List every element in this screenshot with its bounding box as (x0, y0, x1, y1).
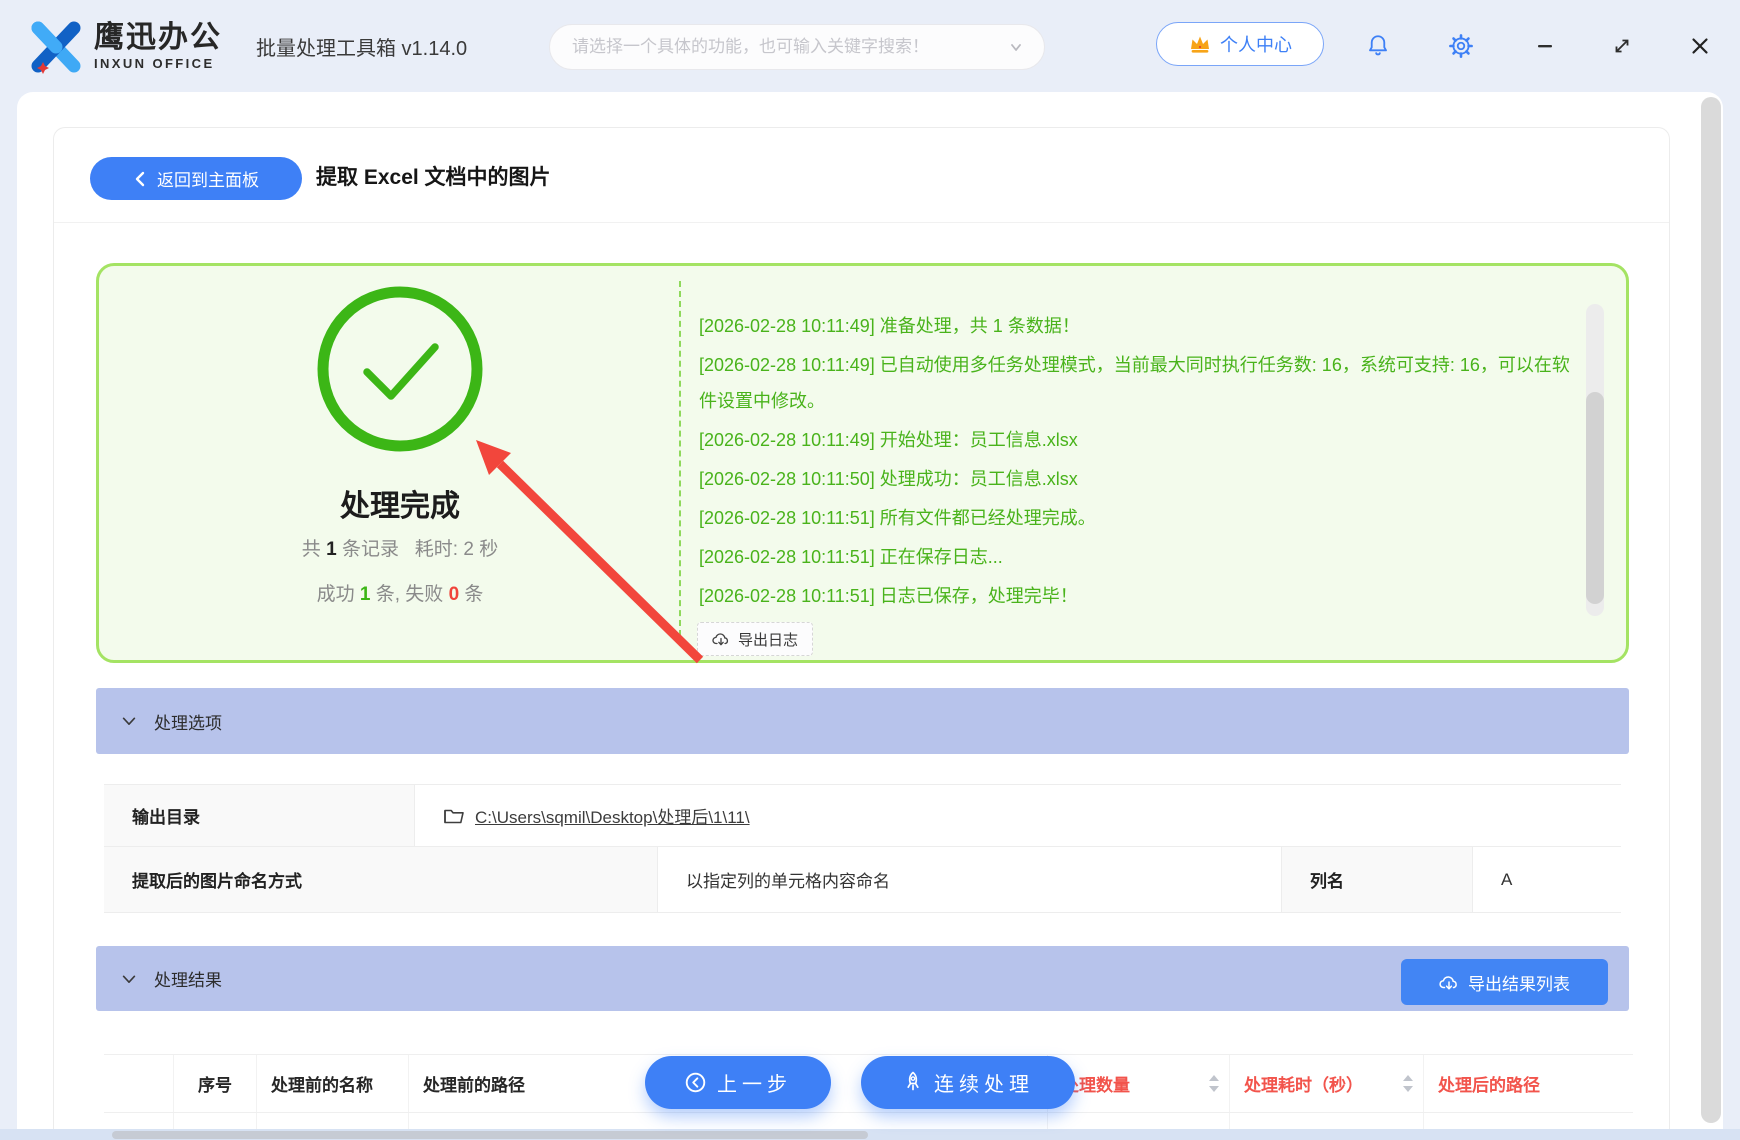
section-options-title: 处理选项 (154, 713, 222, 733)
log-line: [2026-02-28 10:11:49] 准备处理，共 1 条数据！ (699, 316, 1080, 336)
close-button[interactable] (1683, 0, 1717, 92)
resize-button[interactable] (1605, 0, 1639, 92)
chevron-down-icon (122, 717, 136, 725)
log-line: [2026-02-28 10:11:49] 开始处理：员工信息.xlsx (699, 430, 1078, 450)
minimize-icon (1538, 45, 1552, 48)
header-process-count[interactable]: 处理数量 (1048, 1055, 1230, 1112)
log-divider (679, 281, 681, 646)
total-count: 1 (326, 539, 337, 560)
cloud-download-icon (712, 633, 729, 646)
success-label: 成功 (316, 584, 355, 605)
export-results-button[interactable]: 导出结果列表 (1401, 959, 1608, 1005)
back-to-dashboard-button[interactable]: 返回到主面板 (90, 157, 302, 200)
app-title: 批量处理工具箱 v1.14.0 (256, 37, 468, 60)
function-search-box[interactable] (549, 24, 1045, 70)
export-results-label: 导出结果列表 (1468, 974, 1570, 994)
process-log: [2026-02-28 10:11:49] 准备处理，共 1 条数据！ [202… (699, 308, 1579, 617)
fail-count: 0 (448, 584, 460, 605)
export-log-label: 导出日志 (738, 631, 799, 649)
option-row-naming: 提取后的图片命名方式 以指定列的单元格内容命名 列名 A (104, 847, 1621, 913)
chevron-down-icon (122, 974, 136, 983)
close-icon (1692, 38, 1708, 54)
chevron-left-icon (135, 171, 145, 186)
column-name-value[interactable]: A (1473, 847, 1621, 912)
cloud-download-icon (1439, 975, 1457, 990)
success-fail-stats: 成功 1 条, 失败 0 条 (99, 579, 701, 606)
table-row (104, 1113, 1633, 1129)
log-line: [2026-02-28 10:11:51] 正在保存日志... (699, 547, 1003, 567)
section-results-title: 处理结果 (154, 971, 222, 990)
back-circle-icon (685, 1072, 706, 1093)
back-button-label: 返回到主面板 (157, 171, 259, 190)
previous-step-button[interactable]: 上一步 (645, 1056, 831, 1109)
column-name-label: 列名 (1282, 847, 1473, 912)
output-dir-value[interactable]: C:\Users\sqmil\Desktop\处理后\1\11\ (443, 803, 750, 828)
content-card: 返回到主面板 提取 Excel 文档中的图片 处理完成 共 1 条记录 耗时: … (53, 127, 1670, 1129)
log-line: [2026-02-28 10:11:50] 处理成功：员工信息.xlsx (699, 469, 1078, 489)
gear-icon (1449, 34, 1473, 58)
logo-en: INXUN OFFICE (94, 56, 215, 71)
header-elapsed[interactable]: 处理耗时（秒） (1230, 1055, 1424, 1112)
naming-mode-value[interactable]: 以指定列的单元格内容命名 (658, 847, 1282, 912)
log-scrollbar-thumb[interactable] (1586, 392, 1604, 604)
result-summary-panel: 处理完成 共 1 条记录 耗时: 2 秒 成功 1 条, 失败 0 条 [202… (96, 263, 1629, 663)
log-line: [2026-02-28 10:11:49] 已自动使用多任务处理模式，当前最大同… (699, 355, 1570, 411)
total-unit: 条记录 (341, 539, 399, 560)
logo-text: 鹰迅办公 INXUN OFFICE (94, 21, 222, 72)
success-check-icon (317, 286, 483, 452)
folder-icon (444, 809, 464, 824)
record-stats: 共 1 条记录 耗时: 2 秒 (99, 534, 701, 561)
title-bar: 鹰迅办公 INXUN OFFICE 批量处理工具箱 v1.14.0 个人中心 (0, 0, 1740, 92)
chevron-down-icon (1011, 44, 1021, 51)
header-name-before: 处理前的名称 (257, 1055, 409, 1112)
app-logo-icon (31, 21, 81, 74)
status-title: 处理完成 (340, 490, 460, 523)
section-process-results[interactable]: 处理结果 (96, 946, 1629, 1011)
window-vertical-scrollbar[interactable] (1701, 97, 1721, 1123)
logo-cn: 鹰迅办公 (94, 21, 222, 54)
sort-icon[interactable] (1209, 1074, 1219, 1093)
crown-icon (1191, 36, 1209, 53)
success-count: 1 (359, 584, 371, 605)
search-input[interactable] (572, 37, 1006, 57)
log-line: [2026-02-28 10:11:51] 所有文件都已经处理完成。 (699, 508, 1096, 528)
output-dir-label: 输出目录 (104, 785, 415, 846)
log-scrollbar[interactable] (1586, 304, 1604, 616)
app-window: 鹰迅办公 INXUN OFFICE 批量处理工具箱 v1.14.0 个人中心 (0, 0, 1740, 1140)
continue-process-button[interactable]: 连续处理 (861, 1056, 1075, 1109)
notifications-button[interactable] (1361, 0, 1395, 92)
horizontal-scrollbar[interactable] (112, 1131, 868, 1139)
continue-process-label: 连续处理 (934, 1074, 1034, 1096)
bell-icon (1369, 35, 1387, 56)
header-path-after: 处理后的路径 (1438, 1076, 1540, 1095)
page-title: 提取 Excel 文档中的图片 (316, 165, 551, 189)
minimize-button[interactable] (1528, 0, 1562, 92)
output-dir-link[interactable]: C:\Users\sqmil\Desktop\处理后\1\11\ (475, 803, 750, 828)
user-center-button[interactable]: 个人中心 (1156, 22, 1324, 66)
total-label: 共 (301, 539, 321, 560)
settings-button[interactable] (1444, 0, 1478, 92)
elapsed-time: 耗时: 2 秒 (414, 539, 499, 560)
resize-icon (1615, 39, 1629, 53)
header-select (104, 1055, 174, 1112)
fail-label: 条, 失败 (375, 584, 444, 605)
fail-unit: 条 (464, 584, 484, 605)
section-process-options[interactable]: 处理选项 (96, 688, 1629, 754)
option-row-output-dir: 输出目录 C:\Users\sqmil\Desktop\处理后\1\11\ (104, 784, 1621, 847)
rocket-icon (907, 1071, 919, 1091)
header-index: 序号 (174, 1055, 257, 1112)
export-log-button[interactable]: 导出日志 (697, 622, 814, 656)
naming-mode-label: 提取后的图片命名方式 (104, 847, 658, 912)
user-center-label: 个人中心 (1220, 35, 1292, 55)
sort-icon[interactable] (1403, 1074, 1413, 1093)
log-line: [2026-02-28 10:11:51] 日志已保存，处理完毕！ (699, 586, 1078, 606)
previous-step-label: 上一步 (717, 1074, 792, 1096)
card-header: 返回到主面板 提取 Excel 文档中的图片 (54, 128, 1669, 223)
